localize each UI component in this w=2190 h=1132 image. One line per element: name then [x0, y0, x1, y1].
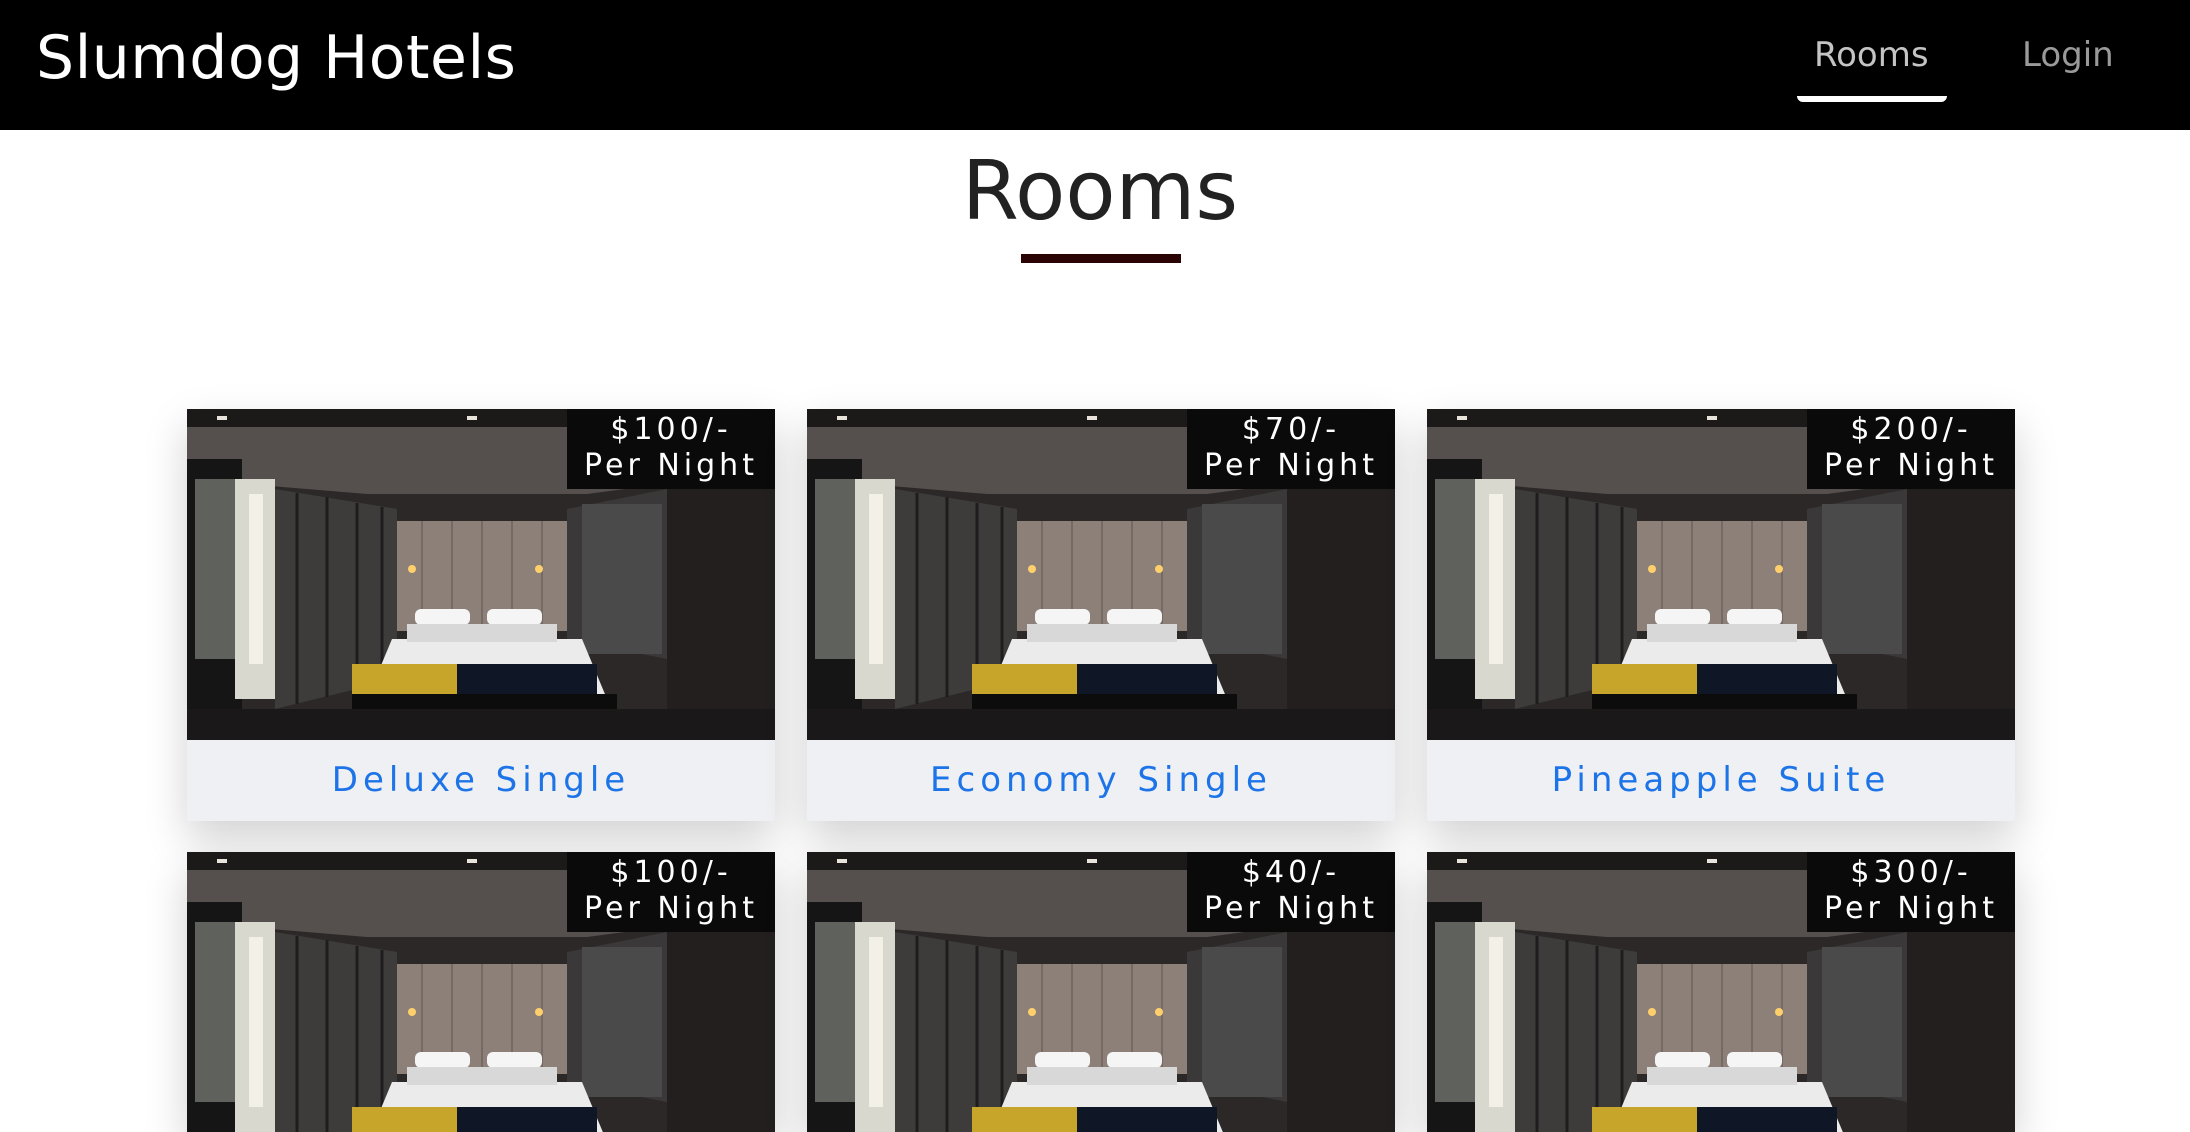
room-name-link[interactable]: Pineapple Suite — [1552, 758, 1891, 802]
nav-link-rooms[interactable]: Rooms — [1814, 30, 1929, 80]
price-unit: Per Night — [1204, 448, 1378, 483]
room-price: $300/- — [1850, 855, 1972, 890]
room-price: $100/- — [610, 412, 732, 447]
room-card-footer: Deluxe Single — [187, 740, 775, 821]
price-badge: $200/- Per Night — [1807, 409, 2015, 489]
room-card[interactable]: $70/- Per Night Economy Single — [807, 409, 1395, 821]
price-badge: $300/- Per Night — [1807, 852, 2015, 932]
room-image[interactable]: $40/- Per Night — [807, 852, 1395, 1132]
room-card[interactable]: $40/- Per Night — [807, 852, 1395, 1132]
room-card[interactable]: $100/- Per Night — [187, 852, 775, 1132]
price-unit: Per Night — [1824, 891, 1998, 926]
price-unit: Per Night — [1204, 891, 1378, 926]
room-name-link[interactable]: Deluxe Single — [332, 758, 630, 802]
price-badge: $40/- Per Night — [1187, 852, 1395, 932]
price-unit: Per Night — [1824, 448, 1998, 483]
price-badge: $100/- Per Night — [567, 409, 775, 489]
room-price: $100/- — [610, 855, 732, 890]
price-unit: Per Night — [584, 891, 758, 926]
price-badge: $70/- Per Night — [1187, 409, 1395, 489]
room-image[interactable]: $300/- Per Night — [1427, 852, 2015, 1132]
page-title: Rooms — [961, 144, 1239, 239]
title-underline — [1021, 254, 1181, 263]
navbar: Slumdog Hotels Rooms Login — [0, 0, 2190, 130]
room-image[interactable]: $100/- Per Night — [187, 852, 775, 1132]
room-price: $40/- — [1241, 855, 1341, 890]
room-image[interactable]: $100/- Per Night — [187, 409, 775, 740]
room-name-link[interactable]: Economy Single — [930, 758, 1272, 802]
brand-logo-link[interactable]: Slumdog Hotels — [36, 18, 516, 98]
room-image[interactable]: $70/- Per Night — [807, 409, 1395, 740]
nav-link-login[interactable]: Login — [2022, 30, 2114, 80]
room-card-footer: Economy Single — [807, 740, 1395, 821]
room-card[interactable]: $200/- Per Night Pineapple Suite — [1427, 409, 2015, 821]
room-price: $70/- — [1241, 412, 1341, 447]
price-unit: Per Night — [584, 448, 758, 483]
room-card[interactable]: $300/- Per Night — [1427, 852, 2015, 1132]
room-price: $200/- — [1850, 412, 1972, 447]
price-badge: $100/- Per Night — [567, 852, 775, 932]
room-image[interactable]: $200/- Per Night — [1427, 409, 2015, 740]
room-card-footer: Pineapple Suite — [1427, 740, 2015, 821]
room-card[interactable]: $100/- Per Night Deluxe Single — [187, 409, 775, 821]
active-nav-indicator — [1797, 96, 1947, 102]
